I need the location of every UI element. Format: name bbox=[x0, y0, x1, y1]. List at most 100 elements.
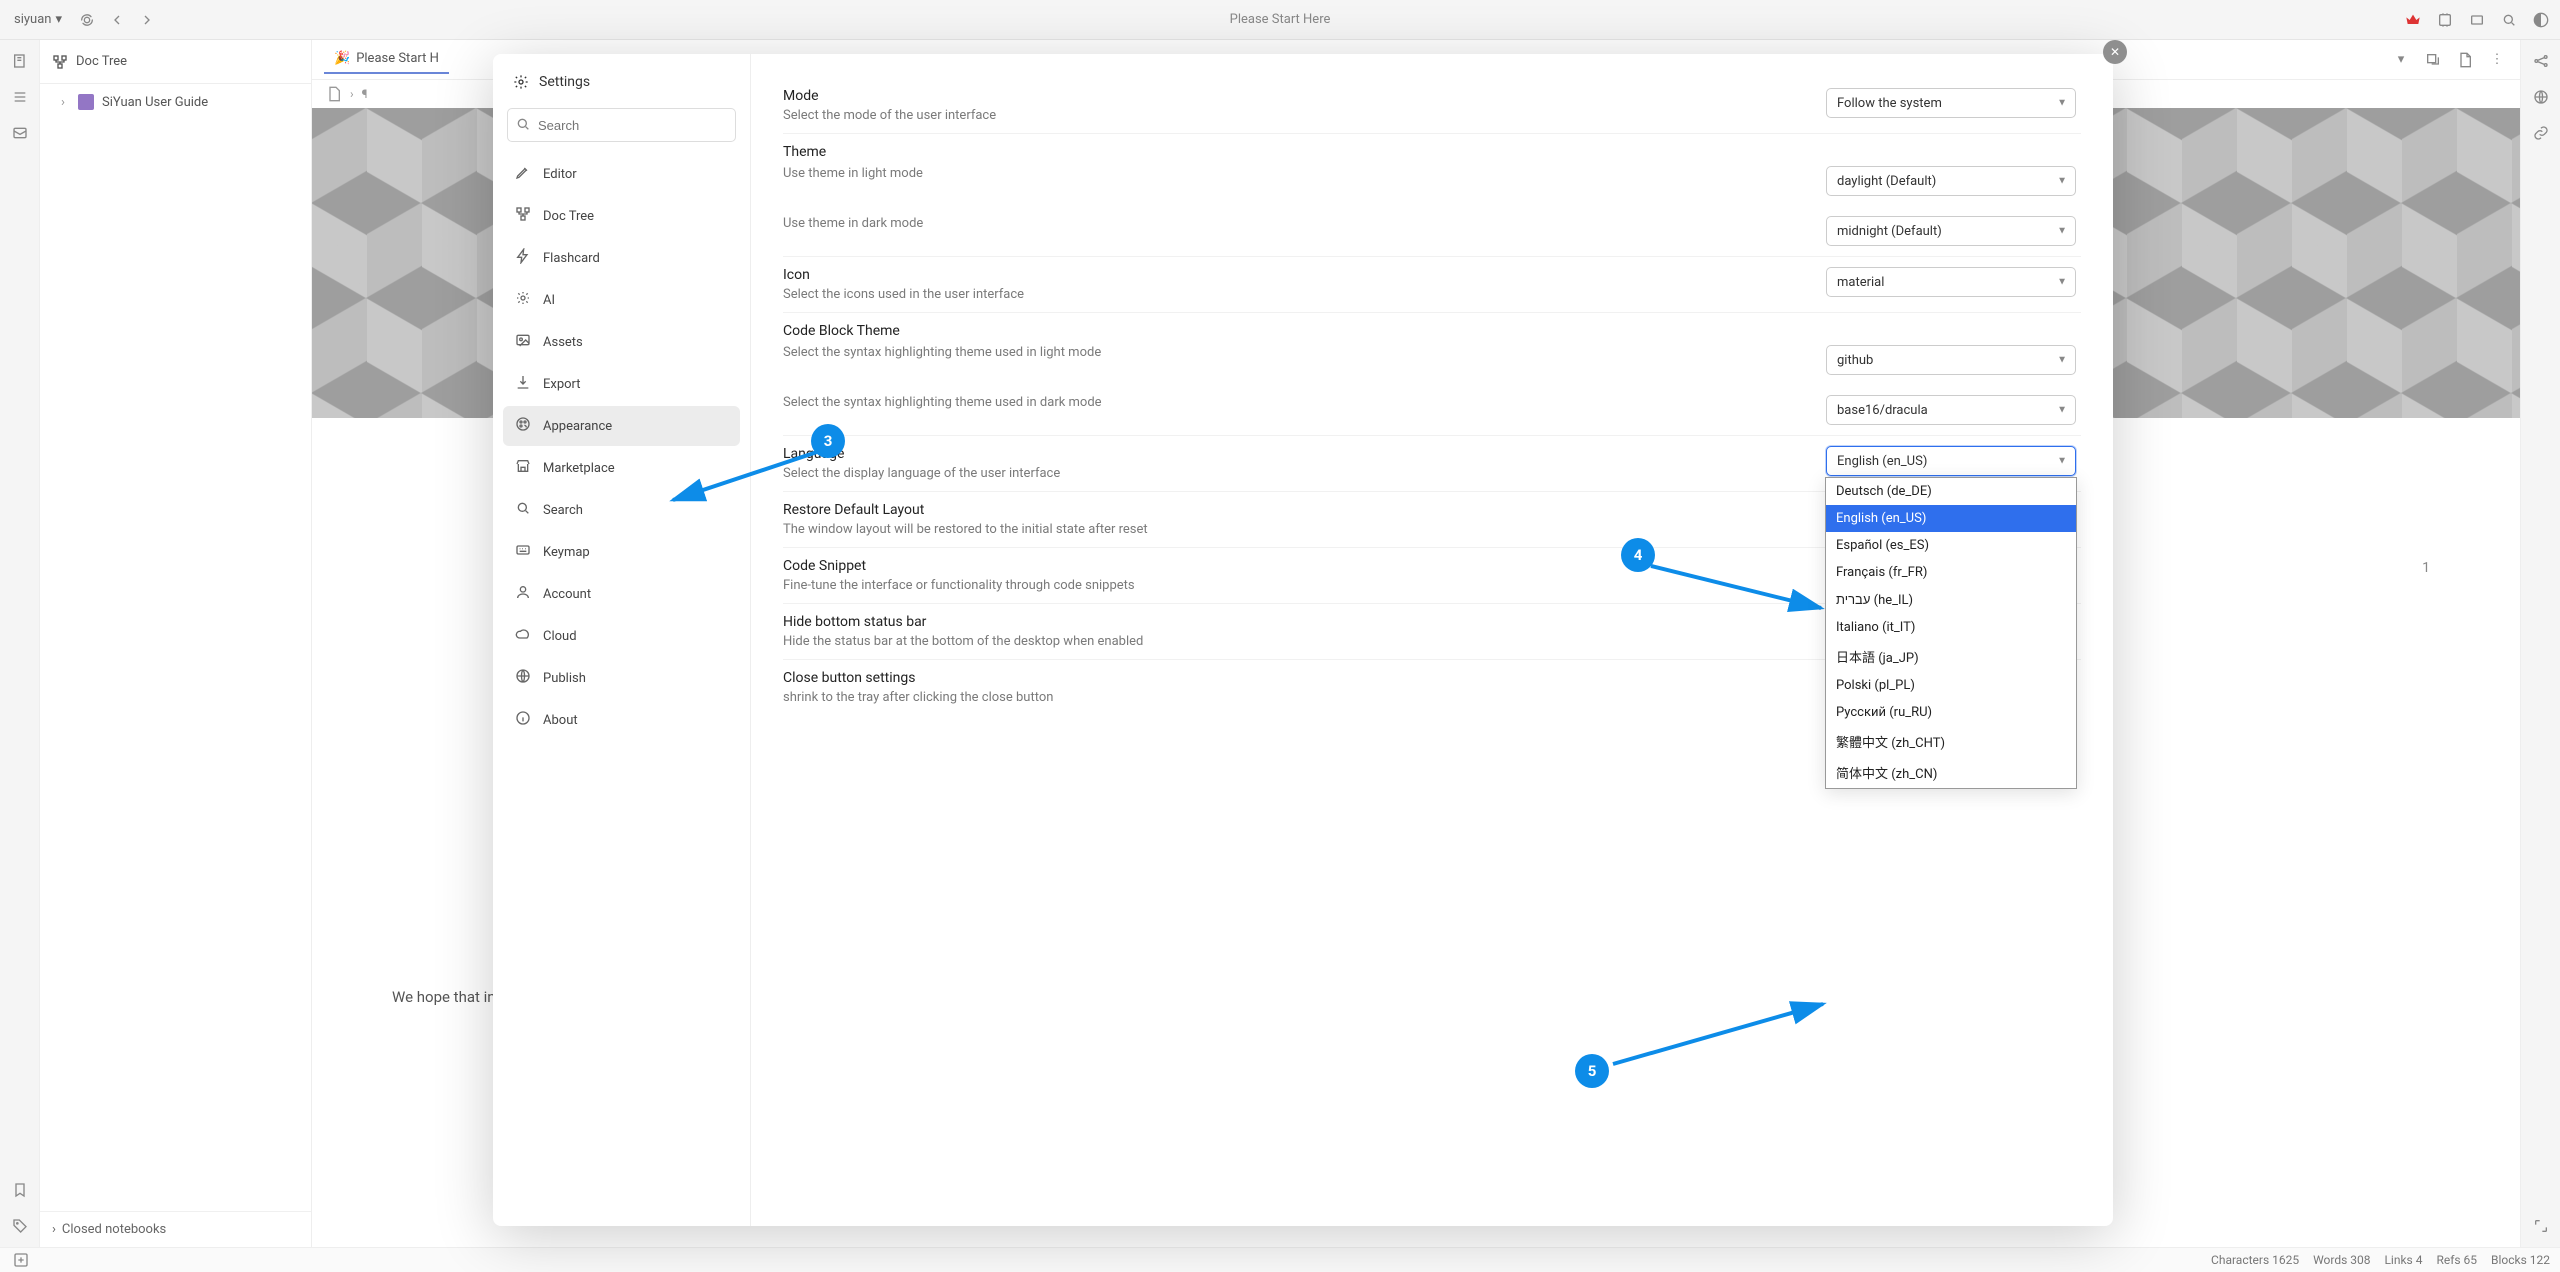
sidebar-item-ai[interactable]: AI bbox=[503, 280, 740, 320]
codetheme-title: Code Block Theme bbox=[783, 323, 2081, 339]
settings-content: Mode Select the mode of the user interfa… bbox=[751, 54, 2113, 1226]
crown-icon[interactable] bbox=[2402, 9, 2424, 31]
open-in-window-icon[interactable] bbox=[2422, 49, 2444, 71]
sidebar-item-label: Flashcard bbox=[543, 251, 600, 266]
publish-icon bbox=[515, 668, 531, 688]
rail-inbox-icon[interactable] bbox=[9, 122, 31, 144]
more-icon[interactable]: ⋮ bbox=[2486, 49, 2508, 71]
theme-light-select[interactable]: daylight (Default)▼ bbox=[1826, 166, 2076, 196]
marketplace-icon bbox=[515, 458, 531, 478]
editor-icon bbox=[515, 164, 531, 184]
left-rail bbox=[0, 40, 40, 1247]
sidebar-item-label: Search bbox=[543, 503, 583, 518]
theme-dark-select[interactable]: midnight (Default)▼ bbox=[1826, 216, 2076, 246]
language-option[interactable]: Polski (pl_PL) bbox=[1826, 672, 2076, 699]
tab-label: Please Start H bbox=[356, 51, 439, 66]
sidebar-item-editor[interactable]: Editor bbox=[503, 154, 740, 194]
sidebar-item-label: Assets bbox=[543, 335, 583, 350]
annotation-badge-5: 5 bbox=[1575, 1054, 1609, 1088]
closed-notebooks[interactable]: › Closed notebooks bbox=[40, 1211, 311, 1247]
sidebar-item-label: Doc Tree bbox=[543, 209, 594, 224]
back-button[interactable] bbox=[106, 9, 128, 31]
sidebar-item-label: Cloud bbox=[543, 629, 577, 644]
account-icon bbox=[515, 584, 531, 604]
appearance-icon bbox=[515, 416, 531, 436]
language-select[interactable]: English (en_US)▼ bbox=[1826, 446, 2076, 476]
language-option[interactable]: Español (es_ES) bbox=[1826, 532, 2076, 559]
status-chars: Characters 1625 bbox=[2211, 1253, 2299, 1267]
status-links: Links 4 bbox=[2384, 1253, 2422, 1267]
statusbar: Characters 1625 Words 308 Links 4 Refs 6… bbox=[0, 1247, 2560, 1272]
tab-collapse-icon[interactable]: ▾ bbox=[2390, 49, 2412, 71]
rail-docs-icon[interactable] bbox=[9, 50, 31, 72]
language-option[interactable]: Français (fr_FR) bbox=[1826, 559, 2076, 586]
theme-toggle-icon[interactable] bbox=[2530, 9, 2552, 31]
doctree-title: Doc Tree bbox=[76, 54, 127, 69]
chevron-right-icon[interactable]: › bbox=[56, 95, 70, 110]
sidebar-item-label: About bbox=[543, 713, 578, 728]
language-option[interactable]: Русский (ru_RU) bbox=[1826, 699, 2076, 726]
rail-outline-icon[interactable] bbox=[9, 86, 31, 108]
sidebar-item-cloud[interactable]: Cloud bbox=[503, 616, 740, 656]
icon-select[interactable]: material▼ bbox=[1826, 267, 2076, 297]
chevron-down-icon: ▼ bbox=[2057, 277, 2067, 288]
theme-light-desc: Use theme in light mode bbox=[783, 166, 1826, 181]
app-menu-dropdown[interactable]: siyuan ▾ bbox=[8, 10, 68, 29]
sidebar-item-account[interactable]: Account bbox=[503, 574, 740, 614]
rail-tag-icon[interactable] bbox=[9, 1215, 31, 1237]
sidebar-item-doctree[interactable]: Doc Tree bbox=[503, 196, 740, 236]
sidebar-item-label: Keymap bbox=[543, 545, 590, 560]
mode-select[interactable]: Follow the system▼ bbox=[1826, 88, 2076, 118]
gear-icon bbox=[513, 74, 529, 90]
codetheme-dark-select[interactable]: base16/dracula▼ bbox=[1826, 395, 2076, 425]
sidebar-item-export[interactable]: Export bbox=[503, 364, 740, 404]
settings-title: Settings bbox=[539, 74, 590, 90]
flashcard-icon bbox=[515, 248, 531, 268]
close-button[interactable]: ✕ bbox=[2103, 40, 2127, 64]
codetheme-light-select[interactable]: github▼ bbox=[1826, 345, 2076, 375]
annotation-badge-4: 4 bbox=[1621, 538, 1655, 572]
sidebar-item-publish[interactable]: Publish bbox=[503, 658, 740, 698]
codetheme-light-desc: Select the syntax highlighting theme use… bbox=[783, 345, 1826, 360]
settings-search-input[interactable] bbox=[507, 108, 736, 142]
language-dropdown: Deutsch (de_DE)English (en_US)Español (e… bbox=[1825, 477, 2077, 789]
language-title: Language bbox=[783, 446, 1826, 462]
chevron-down-icon: ▼ bbox=[2057, 456, 2067, 467]
status-tasks-icon[interactable] bbox=[10, 1249, 32, 1271]
rail-link-icon[interactable] bbox=[2530, 122, 2552, 144]
forward-button[interactable] bbox=[136, 9, 158, 31]
keymap-icon bbox=[515, 542, 531, 562]
sync-icon[interactable] bbox=[76, 9, 98, 31]
language-option[interactable]: Italiano (it_IT) bbox=[1826, 614, 2076, 641]
rail-bookmark-icon[interactable] bbox=[9, 1179, 31, 1201]
about-icon bbox=[515, 710, 531, 730]
sidebar-item-label: Export bbox=[543, 377, 581, 392]
theme-dark-desc: Use theme in dark mode bbox=[783, 216, 1826, 231]
language-option[interactable]: עברית (he_IL) bbox=[1826, 586, 2076, 614]
rail-globe-icon[interactable] bbox=[2530, 86, 2552, 108]
doc-icon[interactable] bbox=[2454, 49, 2476, 71]
status-refs: Refs 65 bbox=[2436, 1253, 2477, 1267]
tree-item-label: SiYuan User Guide bbox=[102, 95, 208, 110]
sidebar-item-about[interactable]: About bbox=[503, 700, 740, 740]
plugin-icon[interactable] bbox=[2434, 9, 2456, 31]
rail-expand-icon[interactable] bbox=[2530, 1215, 2552, 1237]
icon-desc: Select the icons used in the user interf… bbox=[783, 287, 1826, 302]
status-blocks: Blocks 122 bbox=[2491, 1253, 2550, 1267]
language-option[interactable]: 日本語 (ja_JP) bbox=[1826, 641, 2076, 672]
language-option[interactable]: 繁體中文 (zh_CHT) bbox=[1826, 726, 2076, 757]
export-icon bbox=[515, 374, 531, 394]
language-option[interactable]: 简体中文 (zh_CN) bbox=[1826, 757, 2076, 788]
tree-item[interactable]: › SiYuan User Guide bbox=[48, 88, 303, 116]
sparkle-icon: 🎉 bbox=[334, 51, 350, 66]
sidebar-item-flashcard[interactable]: Flashcard bbox=[503, 238, 740, 278]
sidebar-item-assets[interactable]: Assets bbox=[503, 322, 740, 362]
window-icon[interactable] bbox=[2466, 9, 2488, 31]
search-icon[interactable] bbox=[2498, 9, 2520, 31]
rail-graph-icon[interactable] bbox=[2530, 50, 2552, 72]
language-option[interactable]: English (en_US) bbox=[1826, 505, 2076, 532]
sidebar-item-keymap[interactable]: Keymap bbox=[503, 532, 740, 572]
tab-please-start-here[interactable]: 🎉 Please Start H bbox=[324, 45, 449, 74]
page-number: 1 bbox=[2422, 560, 2430, 576]
language-option[interactable]: Deutsch (de_DE) bbox=[1826, 478, 2076, 505]
